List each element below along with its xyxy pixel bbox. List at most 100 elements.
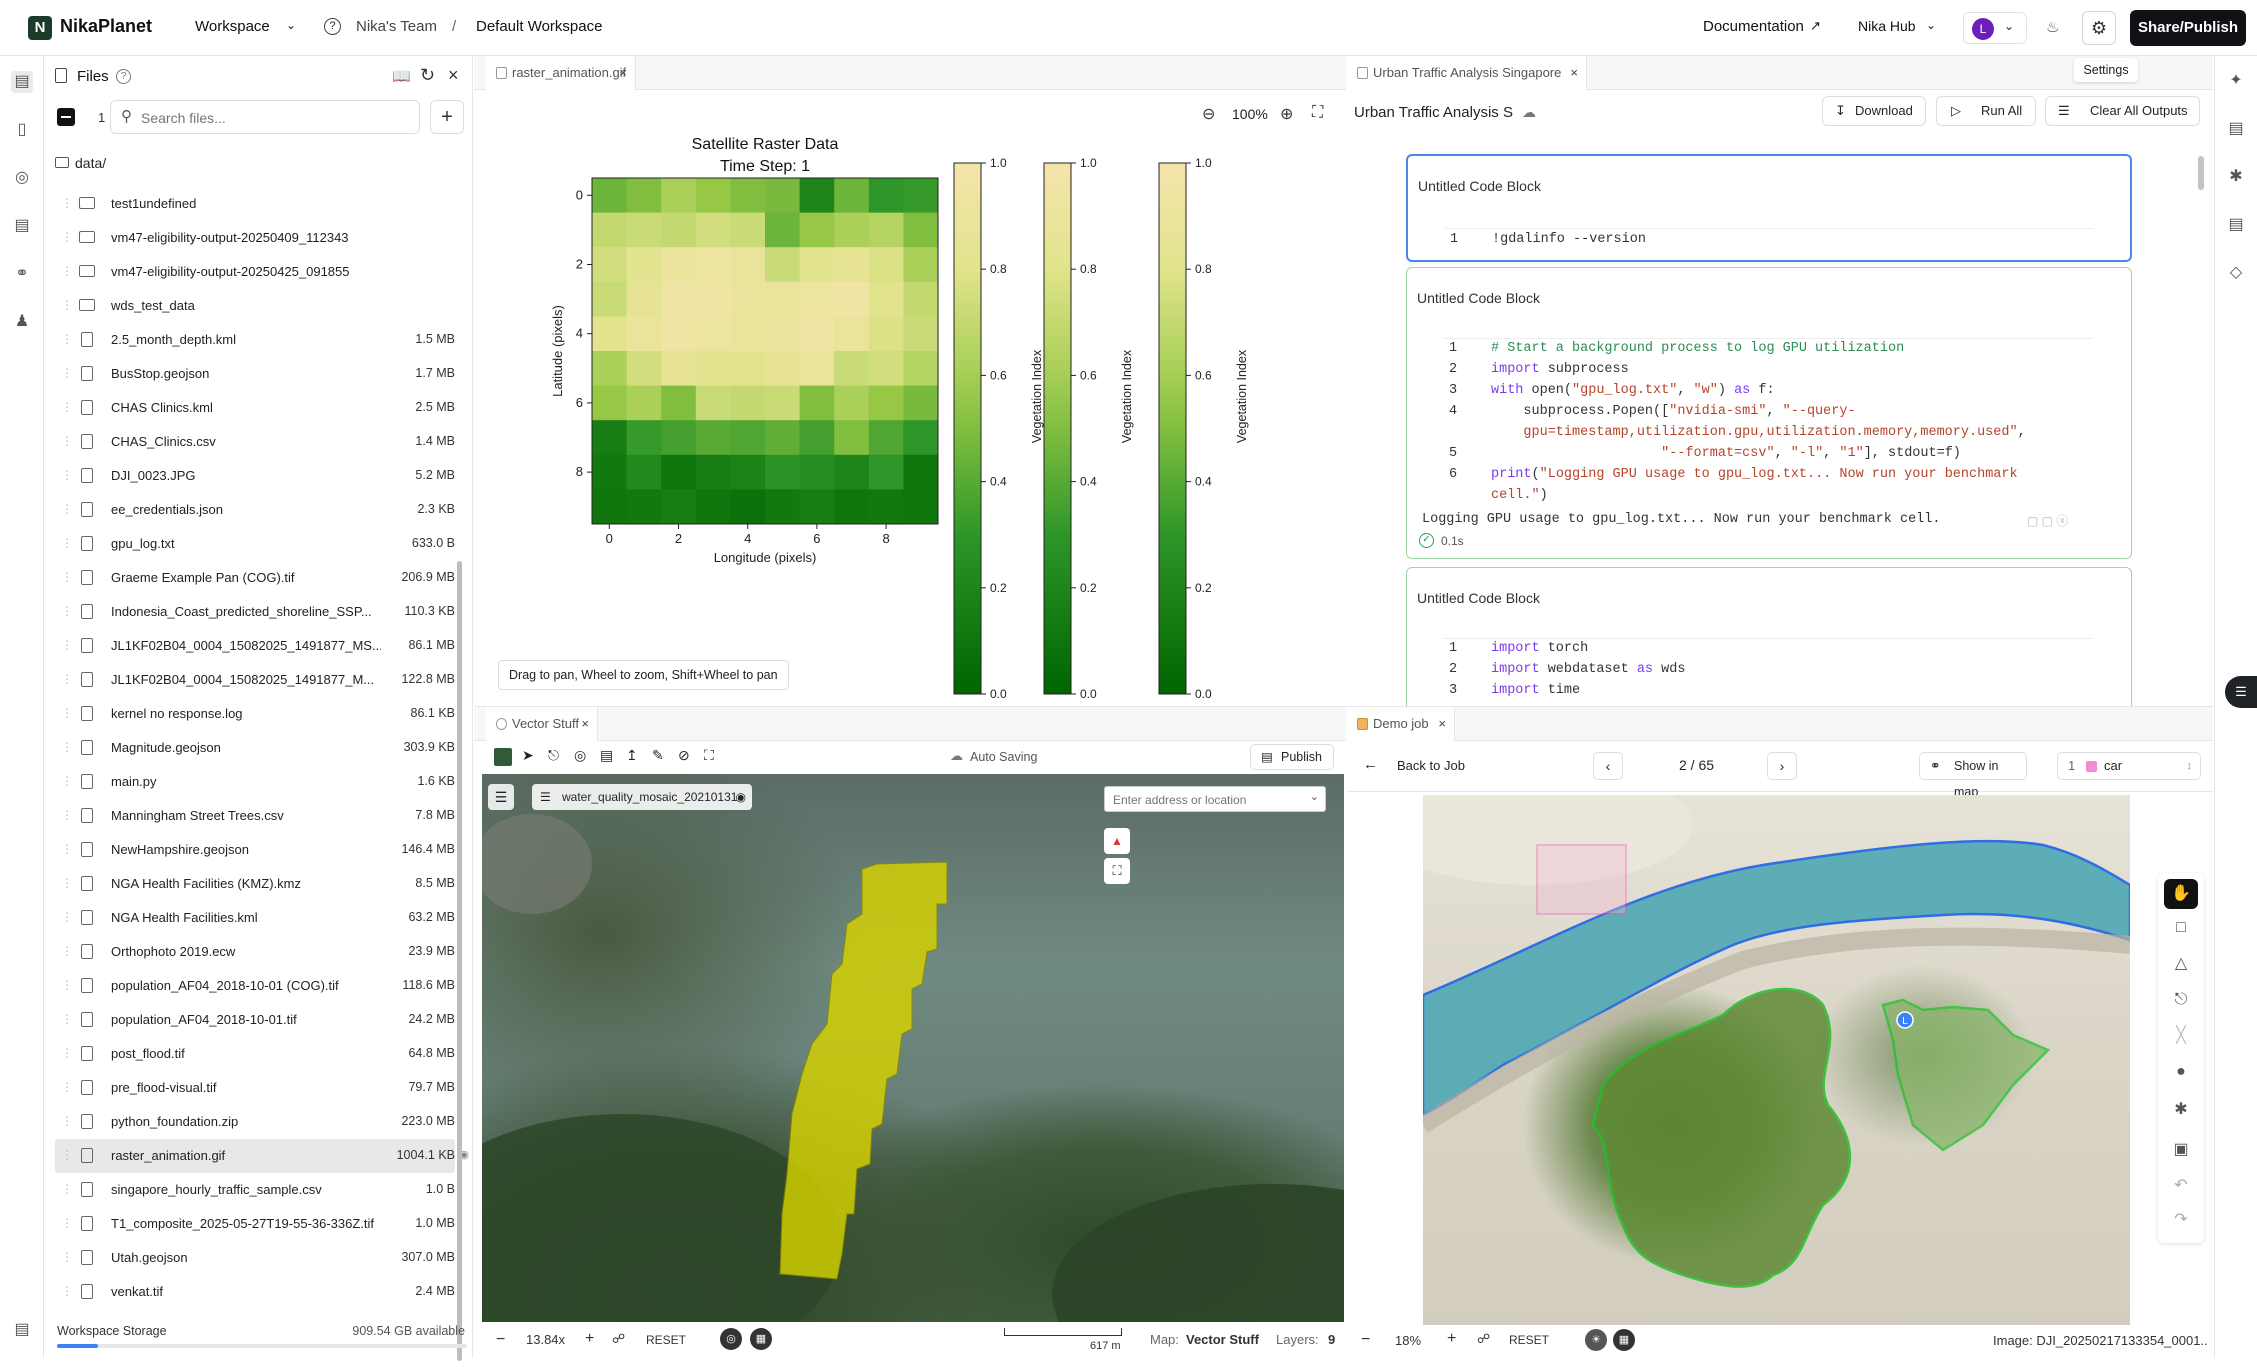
- redo-icon[interactable]: ↷: [2170, 1209, 2192, 1231]
- users-icon[interactable]: ♟: [11, 311, 33, 333]
- satellite-map[interactable]: ☰ ☰ water_quality_mosaic_20210131 ◉ ⌄ ▲ …: [482, 774, 1344, 1322]
- avatar[interactable]: L ⌄: [1963, 12, 2027, 44]
- drag-handle-icon[interactable]: ⋮: [61, 808, 73, 822]
- drag-handle-icon[interactable]: ⋮: [61, 264, 73, 278]
- reset-button[interactable]: RESET: [1509, 1333, 1549, 1347]
- code-block[interactable]: Untitled Code Block 1 # Start a backgrou…: [1406, 267, 2132, 559]
- bbox-icon[interactable]: □: [2170, 917, 2192, 939]
- file-item[interactable]: ⋮ Graeme Example Pan (COG).tif 206.9 MB: [55, 561, 455, 595]
- file-item[interactable]: ⋮ Orthophoto 2019.ecw 23.9 MB: [55, 935, 455, 969]
- file-item[interactable]: ⋮ population_AF04_2018-10-01 (COG).tif 118…: [55, 969, 455, 1003]
- class-select[interactable]: 1 car ↕: [2057, 752, 2201, 780]
- drag-handle-icon[interactable]: ⋮: [61, 1284, 73, 1298]
- folder-item[interactable]: ⋮ test1undefined: [55, 187, 455, 221]
- drag-handle-icon[interactable]: ⋮: [61, 298, 73, 312]
- file-item[interactable]: ⋮ venkat.tif 2.4 MB: [55, 1275, 455, 1309]
- hub-menu[interactable]: Nika Hub: [1858, 18, 1916, 34]
- code-block[interactable]: Untitled Code Block 1 import torch 2 imp…: [1406, 567, 2132, 707]
- notebook-title[interactable]: Urban Traffic Analysis S: [1354, 104, 1513, 121]
- file-item[interactable]: ⋮ main.py 1.6 KB: [55, 765, 455, 799]
- lock-icon[interactable]: ☍: [1477, 1331, 1490, 1347]
- drag-handle-icon[interactable]: ⋮: [61, 1148, 73, 1162]
- file-item[interactable]: ⋮ NGA Health Facilities (KMZ).kmz 8.5 MB: [55, 867, 455, 901]
- next-button[interactable]: ›: [1767, 752, 1797, 780]
- tab-notebook[interactable]: Urban Traffic Analysis Singapore ×: [1347, 56, 1587, 90]
- drag-handle-icon[interactable]: ⋮: [61, 876, 73, 890]
- code-editor[interactable]: 1 import torch 2 import webdataset as wd…: [1443, 638, 2093, 708]
- file-item[interactable]: ⋮ JL1KF02B04_0004_15082025_1491877_M... 12…: [55, 663, 455, 697]
- chevron-down-icon[interactable]: ⌄: [1926, 18, 1936, 32]
- file-item[interactable]: ⋮ Indonesia_Coast_predicted_shoreline_SSP…: [55, 595, 455, 629]
- file-item[interactable]: ⋮ NewHampshire.geojson 146.4 MB: [55, 833, 455, 867]
- root-folder[interactable]: data/: [75, 155, 106, 171]
- settings-button[interactable]: ⚙: [2082, 11, 2116, 45]
- upload-icon[interactable]: ↥: [626, 747, 638, 764]
- drag-handle-icon[interactable]: ⋮: [61, 1012, 73, 1026]
- tab-vector-stuff[interactable]: Vector Stuff ×: [486, 707, 598, 741]
- lock-icon[interactable]: ☍: [612, 1331, 625, 1347]
- globe-toggle-icon[interactable]: ◎: [720, 1328, 742, 1350]
- close-icon[interactable]: ×: [1438, 707, 1446, 741]
- back-to-job-button[interactable]: Back to Job: [1397, 758, 1465, 773]
- refresh-icon[interactable]: ↻: [420, 65, 435, 86]
- file-item[interactable]: ⋮ ee_credentials.json 2.3 KB: [55, 493, 455, 527]
- prev-button[interactable]: ‹: [1593, 752, 1623, 780]
- drag-handle-icon[interactable]: ⋮: [61, 400, 73, 414]
- reset-button[interactable]: RESET: [646, 1333, 686, 1347]
- file-item[interactable]: ⋮ BusStop.geojson 1.7 MB: [55, 357, 455, 391]
- chat-toggle-button[interactable]: ☰: [2225, 676, 2257, 708]
- drag-handle-icon[interactable]: ⋮: [61, 672, 73, 686]
- raster-heatmap-chart[interactable]: Satellite Raster Data Time Step: 1 0 2 4 6 8 0 2…: [474, 130, 1346, 700]
- undo-icon[interactable]: ↶: [2170, 1175, 2192, 1197]
- zoom-out-button[interactable]: −: [496, 1331, 505, 1349]
- layer-thumbnail-icon[interactable]: [494, 748, 512, 766]
- nodes-icon[interactable]: ⎋: [548, 747, 559, 764]
- brightness-icon[interactable]: ☀: [1585, 1329, 1607, 1351]
- file-item[interactable]: ⋮ Manningham Street Trees.csv 7.8 MB: [55, 799, 455, 833]
- workspace-menu[interactable]: Workspace: [195, 18, 270, 35]
- team-name[interactable]: Nika's Team: [356, 18, 437, 35]
- close-icon[interactable]: ×: [1570, 56, 1578, 90]
- drag-handle-icon[interactable]: ⋮: [61, 366, 73, 380]
- collapse-all-button[interactable]: [57, 108, 75, 126]
- edit-icon[interactable]: ✎: [652, 747, 664, 764]
- add-file-button[interactable]: +: [430, 100, 464, 134]
- search-input-box[interactable]: ⚲: [110, 100, 420, 134]
- fullscreen-icon[interactable]: ⛶: [1104, 858, 1130, 884]
- address-search[interactable]: ⌄: [1104, 786, 1326, 812]
- drone-image[interactable]: L: [1423, 795, 2130, 1325]
- book-icon[interactable]: 📖: [392, 67, 411, 85]
- file-item[interactable]: ⋮ CHAS Clinics.kml 2.5 MB: [55, 391, 455, 425]
- file-item[interactable]: ⋮ NGA Health Facilities.kml 63.2 MB: [55, 901, 455, 935]
- file-item[interactable]: ⋮ Magnitude.geojson 303.9 KB: [55, 731, 455, 765]
- drag-handle-icon[interactable]: ⋮: [61, 706, 73, 720]
- keyboard-icon[interactable]: ▦: [750, 1328, 772, 1350]
- workspace-name[interactable]: Default Workspace: [476, 18, 602, 35]
- search-input[interactable]: [141, 107, 411, 129]
- help-icon[interactable]: ?: [324, 18, 341, 35]
- drag-handle-icon[interactable]: ⋮: [61, 502, 73, 516]
- drag-handle-icon[interactable]: ⋮: [61, 1182, 73, 1196]
- drag-handle-icon[interactable]: ⋮: [61, 230, 73, 244]
- file-item[interactable]: ⋮ DJI_0023.JPG 5.2 MB: [55, 459, 455, 493]
- drag-handle-icon[interactable]: ⋮: [61, 332, 73, 346]
- drag-handle-icon[interactable]: ⋮: [61, 196, 73, 210]
- file-item[interactable]: ⋮ population_AF04_2018-10-01.tif 24.2 MB: [55, 1003, 455, 1037]
- globe-icon[interactable]: ◎: [11, 167, 33, 189]
- hand-icon[interactable]: ✋: [2164, 879, 2198, 909]
- clear-outputs-button[interactable]: ☰ Clear All Outputs: [2045, 96, 2200, 126]
- select-icon[interactable]: ➤: [522, 747, 534, 764]
- file-item[interactable]: ⋮ python_foundation.zip 223.0 MB: [55, 1105, 455, 1139]
- share-publish-button[interactable]: Share/Publish: [2130, 10, 2246, 46]
- layout-icon[interactable]: ▤: [11, 1319, 33, 1341]
- polygon-icon[interactable]: △: [2170, 953, 2192, 975]
- chevron-down-icon[interactable]: ⌄: [1310, 790, 1319, 803]
- output-actions[interactable]: ▢ ▢ ⓧ: [2027, 512, 2068, 529]
- folder-item[interactable]: ⋮ wds_test_data: [55, 289, 455, 323]
- help-icon[interactable]: ?: [116, 69, 131, 84]
- drag-handle-icon[interactable]: ⋮: [61, 1250, 73, 1264]
- tag-icon[interactable]: ◇: [2225, 262, 2247, 284]
- workflow-icon[interactable]: ⚭: [11, 263, 33, 285]
- document-icon[interactable]: ▤: [2225, 214, 2247, 236]
- file-item[interactable]: ⋮ post_flood.tif 64.8 MB: [55, 1037, 455, 1071]
